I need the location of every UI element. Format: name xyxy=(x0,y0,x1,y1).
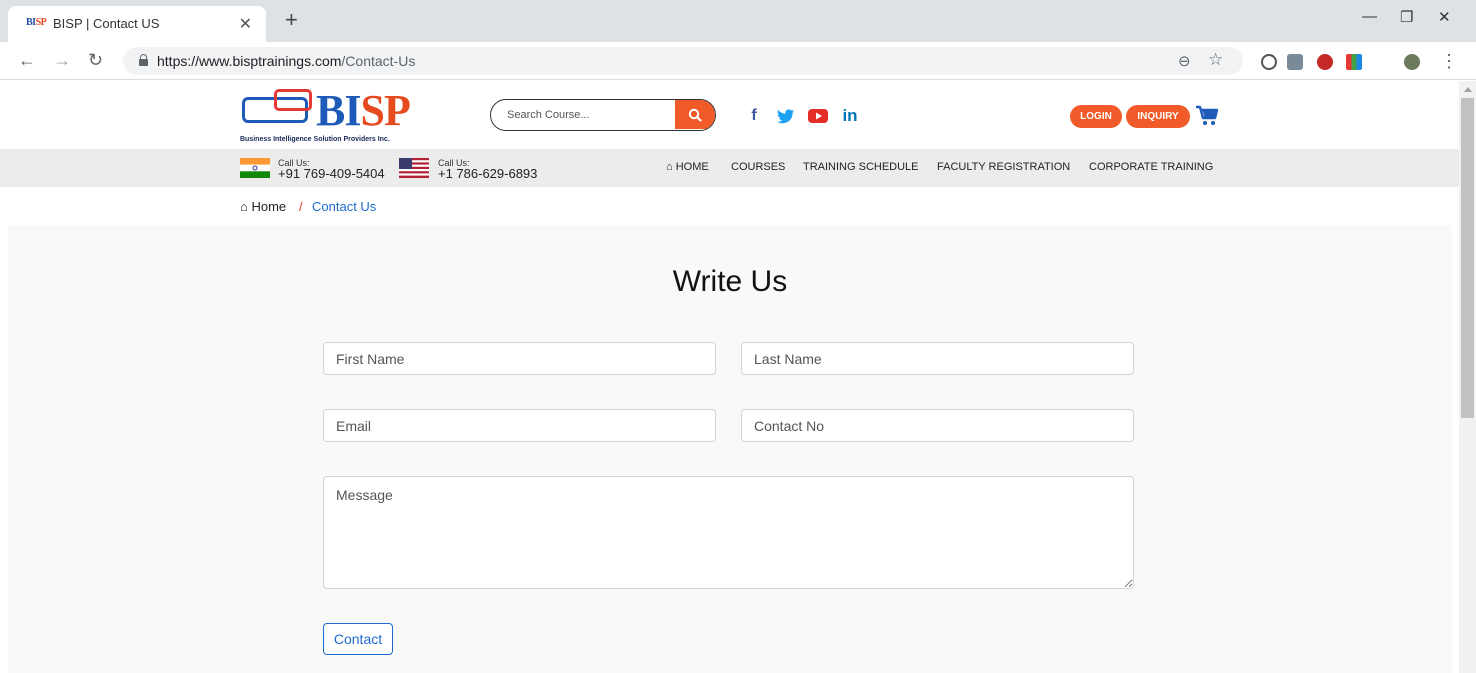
message-field[interactable] xyxy=(323,476,1134,589)
last-name-field[interactable] xyxy=(741,342,1134,375)
first-name-field[interactable] xyxy=(323,342,716,375)
course-search xyxy=(490,99,716,131)
forward-icon[interactable]: → xyxy=(53,50,71,70)
breadcrumb-home[interactable]: ⌂ Home xyxy=(240,199,286,214)
extension-circle-icon[interactable] xyxy=(1261,54,1277,70)
bookmark-star-icon[interactable]: ☆ xyxy=(1208,50,1223,70)
usa-flag-icon xyxy=(399,158,429,178)
scroll-up-icon[interactable] xyxy=(1464,87,1472,92)
search-icon xyxy=(688,108,702,122)
close-tab-icon[interactable]: ✕ xyxy=(239,14,252,34)
nav-courses[interactable]: COURSES xyxy=(731,161,785,173)
new-tab-icon[interactable]: + xyxy=(285,8,298,32)
extension-k-icon[interactable] xyxy=(1317,54,1333,70)
youtube-icon[interactable] xyxy=(806,105,830,127)
restore-icon[interactable]: ❐ xyxy=(1400,8,1413,26)
nav-corporate-training[interactable]: CORPORATE TRAINING xyxy=(1089,161,1213,173)
zoom-icon[interactable]: ⊖ xyxy=(1178,52,1191,70)
profile-avatar-icon[interactable] xyxy=(1404,54,1420,70)
minimize-icon[interactable]: — xyxy=(1362,8,1377,25)
facebook-icon[interactable]: f xyxy=(742,105,766,127)
contact-number-field[interactable] xyxy=(741,409,1134,442)
menu-dots-icon[interactable]: ⋮ xyxy=(1440,51,1458,71)
inquiry-button[interactable]: INQUIRY xyxy=(1126,105,1190,128)
cart-icon[interactable] xyxy=(1195,105,1219,132)
bisp-logo[interactable]: BISP Business Intelligence Solution Prov… xyxy=(238,87,438,147)
scrollbar-thumb[interactable] xyxy=(1461,98,1474,418)
browser-tab-bar: BISP BISP | Contact US ✕ + — ❐ ✕ xyxy=(0,0,1476,42)
close-window-icon[interactable]: ✕ xyxy=(1438,8,1451,26)
reload-icon[interactable]: ↻ xyxy=(88,50,103,70)
breadcrumb-separator: / xyxy=(299,199,303,214)
home-icon: ⌂ xyxy=(240,199,248,214)
url-field[interactable]: https://www.bisptrainings.com/Contact-Us… xyxy=(123,47,1243,75)
contact-submit-button[interactable]: Contact xyxy=(323,623,393,655)
nav-home[interactable]: ⌂ HOME xyxy=(666,161,709,173)
nav-training-schedule[interactable]: TRAINING SCHEDULE xyxy=(803,161,919,173)
breadcrumb: ⌂ Home / Contact Us xyxy=(0,187,1459,225)
tab-title: BISP | Contact US xyxy=(53,16,160,31)
page-scrollbar[interactable] xyxy=(1459,81,1476,673)
lock-icon xyxy=(139,54,148,66)
breadcrumb-current: Contact Us xyxy=(312,199,377,214)
home-icon: ⌂ xyxy=(666,161,673,173)
linkedin-icon[interactable]: in xyxy=(838,105,862,127)
india-flag-icon xyxy=(240,158,270,178)
email-field[interactable] xyxy=(323,409,716,442)
india-phone-number[interactable]: +91 769-409-5404 xyxy=(278,166,385,181)
top-navigation-bar: Call Us: +91 769-409-5404 Call Us: +1 78… xyxy=(0,149,1459,187)
usa-phone-number[interactable]: +1 786-629-6893 xyxy=(438,166,537,181)
url-text: https://www.bisptrainings.com/Contact-Us xyxy=(157,53,416,69)
contact-form-section: Write Us Contact xyxy=(8,225,1452,673)
login-button[interactable]: LOGIN xyxy=(1070,105,1122,128)
form-heading: Write Us xyxy=(672,265,788,298)
nav-faculty-registration[interactable]: FACULTY REGISTRATION xyxy=(937,161,1070,173)
favicon-icon: BISP xyxy=(26,17,47,28)
address-bar: ← → ↻ https://www.bisptrainings.com/Cont… xyxy=(0,42,1476,80)
web-page: BISP Business Intelligence Solution Prov… xyxy=(0,81,1476,673)
extension-cast-icon[interactable] xyxy=(1287,54,1303,70)
back-icon[interactable]: ← xyxy=(18,50,36,70)
twitter-icon[interactable] xyxy=(774,105,798,127)
extension-color-icon[interactable] xyxy=(1346,54,1362,70)
search-button[interactable] xyxy=(675,100,715,129)
logo-tagline: Business Intelligence Solution Providers… xyxy=(240,136,390,143)
browser-tab[interactable]: BISP BISP | Contact US ✕ xyxy=(8,6,266,42)
site-header: BISP Business Intelligence Solution Prov… xyxy=(0,81,1459,149)
search-input[interactable] xyxy=(491,100,677,129)
